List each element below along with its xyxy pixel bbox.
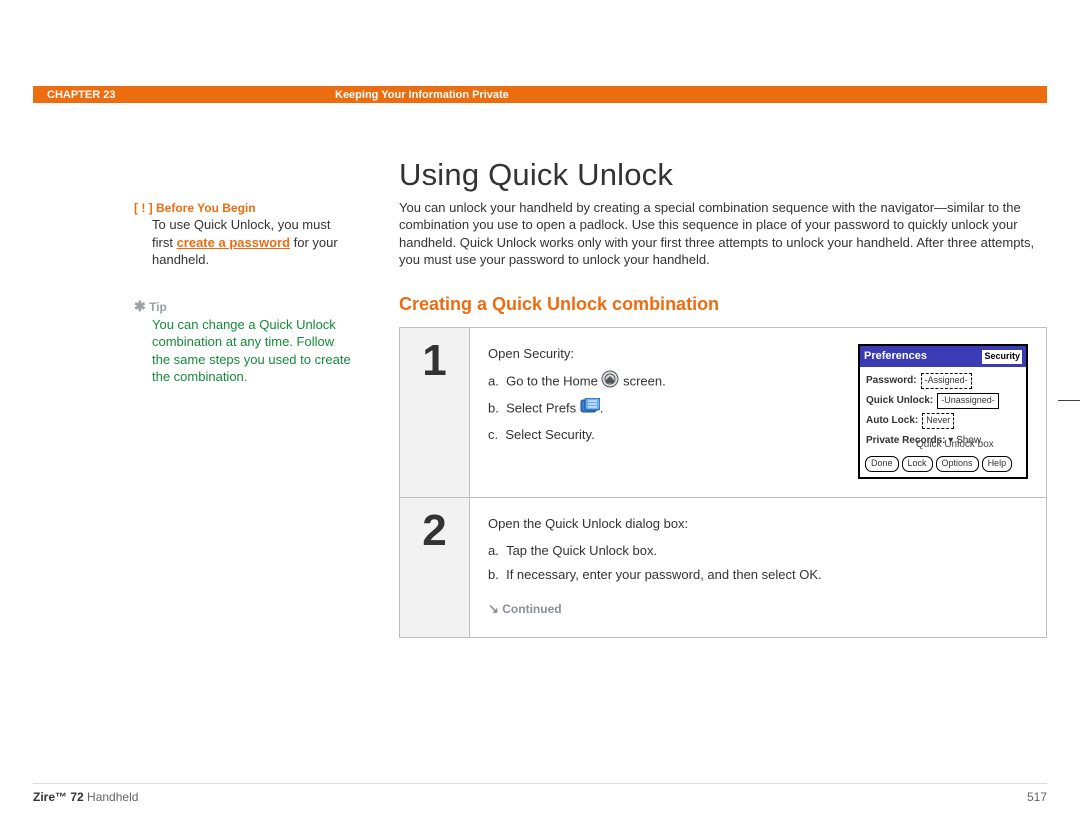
chapter-label: CHAPTER 23	[47, 89, 335, 101]
before-you-begin-body: To use Quick Unlock, you must first crea…	[152, 216, 354, 269]
item-text-post: screen.	[619, 374, 665, 389]
item-text: Go to the Home	[506, 374, 601, 389]
before-you-begin-heading: [ ! ] Before You Begin	[134, 200, 354, 216]
product-rest: Handheld	[84, 790, 139, 804]
product-name: Zire™ 72 Handheld	[33, 790, 138, 804]
tip-label: Tip	[149, 300, 167, 314]
product-bold: Zire™ 72	[33, 790, 84, 804]
home-icon	[601, 370, 619, 394]
step-item: b. If necessary, enter your password, an…	[488, 565, 1028, 585]
quickunlock-callout: Quick Unlock box	[916, 440, 994, 450]
preferences-screenshot: Preferences Security Password: -Assigned…	[858, 344, 1028, 479]
step-item: b. Select Prefs .	[488, 398, 842, 420]
subsection-heading: Creating a Quick Unlock combination	[399, 294, 1047, 315]
tip-star-icon: ✱	[134, 298, 146, 314]
chapter-title: Keeping Your Information Private	[335, 89, 509, 101]
screenshot-category: Security	[982, 350, 1022, 364]
steps-table: 1 Open Security: a. Go to the Home scree…	[399, 327, 1047, 638]
step-content: Open Security: a. Go to the Home screen.…	[470, 328, 1046, 497]
step-number: 2	[400, 498, 470, 637]
help-button: Help	[982, 456, 1013, 472]
step-row: 1 Open Security: a. Go to the Home scree…	[400, 328, 1046, 498]
tip-heading: ✱ Tip	[134, 297, 354, 316]
prefs-icon	[580, 398, 600, 420]
screenshot-titlebar: Preferences Security	[860, 346, 1026, 367]
item-text: Select Prefs	[506, 401, 580, 416]
step-row: 2 Open the Quick Unlock dialog box: a. T…	[400, 498, 1046, 637]
item-text: If necessary, enter your password, and t…	[506, 567, 822, 582]
password-label: Password:	[866, 373, 917, 389]
screenshot-row: Quick Unlock: -Unassigned-	[866, 393, 1020, 409]
chapter-header-bar: CHAPTER 23 Keeping Your Information Priv…	[33, 86, 1047, 103]
before-you-begin-label: Before You Begin	[156, 201, 256, 215]
screenshot-button-row: Done Lock Options Help	[860, 452, 1026, 477]
lock-button: Lock	[902, 456, 933, 472]
continued-indicator: ↘ Continued	[488, 599, 1028, 619]
item-text: Select Security.	[505, 427, 594, 442]
section-heading: Using Quick Unlock	[399, 157, 1047, 193]
callout-line	[1058, 400, 1080, 401]
password-value: -Assigned-	[921, 373, 972, 389]
step-lead: Open Security:	[488, 344, 842, 364]
options-button: Options	[936, 456, 979, 472]
create-password-link[interactable]: create a password	[177, 235, 290, 250]
item-text-post: .	[600, 401, 604, 416]
item-text: Tap the Quick Unlock box.	[506, 543, 657, 558]
screenshot-title: Preferences	[864, 348, 927, 365]
step-item: a. Go to the Home screen.	[488, 370, 842, 394]
step-content: Open the Quick Unlock dialog box: a. Tap…	[470, 498, 1046, 637]
autolock-label: Auto Lock:	[866, 413, 918, 429]
done-button: Done	[865, 456, 899, 472]
page-footer: Zire™ 72 Handheld 517	[33, 783, 1047, 804]
screenshot-row: Password: -Assigned-	[866, 373, 1020, 389]
step-number: 1	[400, 328, 470, 497]
step-item: c. Select Security.	[488, 425, 842, 445]
continued-arrow-icon: ↘	[488, 601, 499, 616]
continued-label: Continued	[502, 602, 561, 616]
quickunlock-label: Quick Unlock:	[866, 393, 933, 409]
sidebar: [ ! ] Before You Begin To use Quick Unlo…	[134, 200, 354, 386]
step-lead: Open the Quick Unlock dialog box:	[488, 514, 1028, 534]
tip-body: You can change a Quick Unlock combinatio…	[152, 316, 354, 386]
step-item: a. Tap the Quick Unlock box.	[488, 541, 1028, 561]
alert-bracket-icon: [ ! ]	[134, 201, 153, 215]
quickunlock-box: -Unassigned-	[937, 393, 999, 409]
screenshot-row: Auto Lock: Never	[866, 413, 1020, 429]
intro-paragraph: You can unlock your handheld by creating…	[399, 199, 1047, 268]
page-number: 517	[1027, 790, 1047, 804]
main-content: Using Quick Unlock You can unlock your h…	[399, 157, 1047, 638]
autolock-value: Never	[922, 413, 954, 429]
